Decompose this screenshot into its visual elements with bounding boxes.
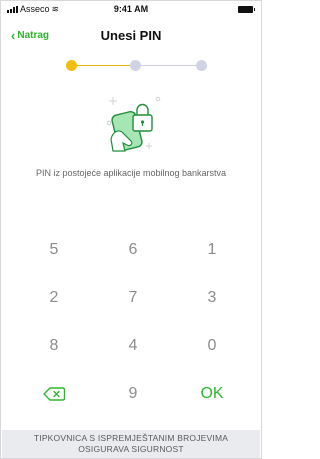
battery-icon: [238, 6, 255, 13]
key-button[interactable]: 6: [94, 241, 172, 259]
page-title: Unesi PIN: [100, 28, 162, 43]
screen: Asseco ≋ 9:41 AM ‹ Natrag Unesi PIN PIN …: [0, 0, 262, 459]
backspace-icon: [43, 387, 65, 401]
step-dot-2: [130, 60, 141, 71]
footer-line-1: TIPKOVNICA S ISPREMJEŠTANIM BROJEVIMA: [33, 433, 229, 443]
pin-keypad: 5 6 1 2 7 3 8 4 0 9 OK: [15, 226, 251, 418]
step-indicator: [66, 59, 208, 73]
key-button[interactable]: 8: [15, 337, 93, 355]
nav-bar: ‹ Natrag Unesi PIN: [1, 27, 261, 49]
footer-line-2: OSIGURAVA SIGURNOST: [78, 444, 184, 454]
security-footer: TIPKOVNICA S ISPREMJEŠTANIM BROJEVIMA OS…: [2, 430, 260, 458]
key-button[interactable]: 9: [94, 385, 172, 403]
key-button[interactable]: 0: [173, 337, 251, 355]
delete-button[interactable]: [15, 387, 93, 401]
key-button[interactable]: 3: [173, 289, 251, 307]
status-time: 9:41 AM: [113, 4, 149, 14]
step-dot-3: [196, 60, 207, 71]
status-bar: Asseco ≋ 9:41 AM: [1, 1, 261, 17]
ok-button[interactable]: OK: [173, 385, 251, 403]
key-button[interactable]: 7: [94, 289, 172, 307]
key-button[interactable]: 2: [15, 289, 93, 307]
pin-description: PIN iz postojeće aplikacije mobilnog ban…: [35, 168, 227, 178]
key-button[interactable]: 5: [15, 241, 93, 259]
keypad-row: 2 7 3: [15, 274, 251, 322]
phone-lock-illustration-icon: [103, 93, 163, 155]
key-button[interactable]: 1: [173, 241, 251, 259]
key-button[interactable]: 4: [94, 337, 172, 355]
step-line-2: [136, 65, 202, 66]
step-line-1: [70, 65, 136, 66]
keypad-row: 5 6 1: [15, 226, 251, 274]
keypad-row: 9 OK: [15, 370, 251, 418]
step-dot-1: [66, 60, 77, 71]
keypad-row: 8 4 0: [15, 322, 251, 370]
